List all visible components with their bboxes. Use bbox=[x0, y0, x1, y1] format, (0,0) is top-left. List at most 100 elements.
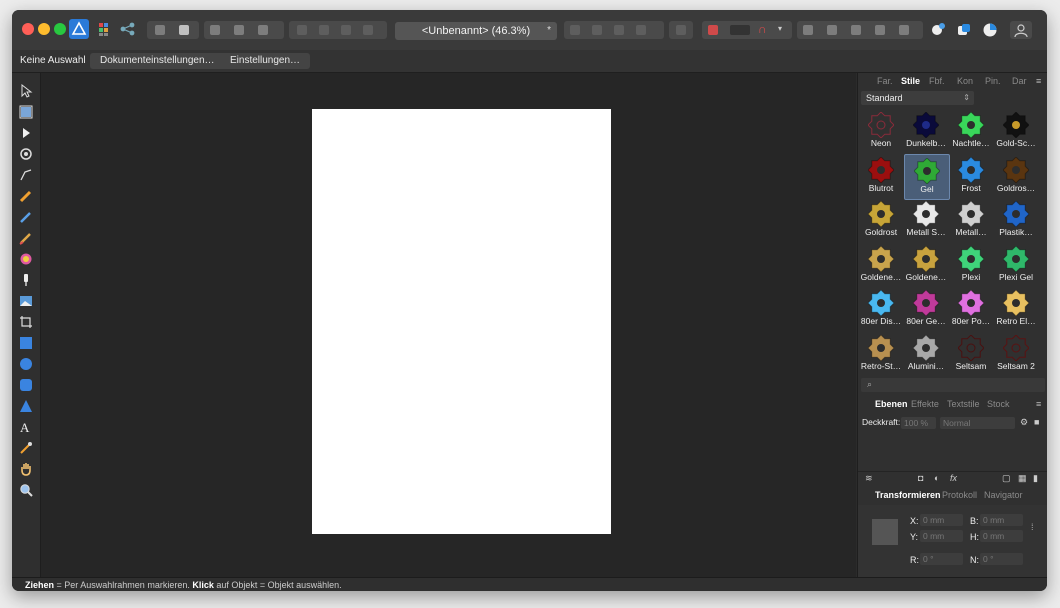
close-window-button[interactable] bbox=[22, 23, 34, 35]
tab-stroke[interactable]: Kon bbox=[957, 76, 973, 86]
tab-text-styles[interactable]: Textstile bbox=[947, 399, 980, 409]
tab-effects[interactable]: Effekte bbox=[911, 399, 939, 409]
styles-category-select[interactable]: Standard ⇕ bbox=[861, 91, 974, 105]
minimize-window-button[interactable] bbox=[38, 23, 50, 35]
style-swatch[interactable]: Goldros… bbox=[994, 154, 1038, 198]
style-swatch[interactable]: Gel bbox=[904, 153, 950, 200]
lock-icon[interactable]: ■ bbox=[1034, 417, 1039, 427]
y-field[interactable]: 0 mm bbox=[920, 530, 963, 542]
style-swatch[interactable]: Plexi Gel bbox=[994, 243, 1038, 287]
color-picker-icon[interactable] bbox=[19, 441, 33, 455]
triangle-tool-icon[interactable] bbox=[19, 399, 33, 413]
hand-tool-icon[interactable] bbox=[19, 462, 33, 476]
style-swatch[interactable]: Dunkelb… bbox=[904, 109, 948, 153]
rectangle-tool-icon[interactable] bbox=[19, 336, 33, 350]
style-swatch[interactable]: Goldene… bbox=[904, 243, 948, 287]
tab-color[interactable]: Far. bbox=[877, 76, 893, 86]
style-swatch[interactable]: Gold-Sc… bbox=[994, 109, 1038, 153]
node-tool-icon[interactable] bbox=[19, 126, 33, 140]
snapping-toolbar[interactable]: ∩ ▾ bbox=[702, 21, 792, 39]
pixel-persona-icon[interactable] bbox=[98, 22, 112, 36]
sync-icon[interactable] bbox=[956, 22, 972, 38]
shear-field[interactable]: 0 ° bbox=[980, 553, 1023, 565]
document-title[interactable]: <Unbenannt> (46.3%) * bbox=[395, 22, 557, 40]
height-field[interactable]: 0 mm bbox=[980, 530, 1023, 542]
text-tool-icon[interactable]: A bbox=[19, 420, 33, 434]
style-swatch[interactable]: Plastik… bbox=[994, 198, 1038, 242]
pen-tool-icon[interactable] bbox=[19, 168, 33, 182]
anchor-grid-icon[interactable] bbox=[872, 519, 898, 545]
style-swatch[interactable]: Alumini… bbox=[904, 332, 948, 376]
align-buttons[interactable] bbox=[564, 21, 664, 39]
width-field[interactable]: 0 mm bbox=[980, 514, 1023, 526]
style-swatch[interactable]: Nachtle… bbox=[949, 109, 993, 153]
preferences-circle-icon[interactable] bbox=[982, 22, 998, 38]
tab-history[interactable]: Protokoll bbox=[942, 490, 977, 500]
panel-menu-icon[interactable]: ≡ bbox=[1036, 399, 1041, 409]
style-swatch[interactable]: Metall S… bbox=[904, 198, 948, 242]
style-swatch[interactable]: 80er Dis… bbox=[859, 287, 903, 331]
style-swatch[interactable]: 80er Ge… bbox=[904, 287, 948, 331]
styles-search-input[interactable]: ⌕ bbox=[861, 378, 1045, 392]
adjustment-icon[interactable]: ◐ bbox=[934, 473, 939, 483]
rotation-field[interactable]: 0 ° bbox=[920, 553, 963, 565]
artboard-tool-icon[interactable] bbox=[19, 105, 33, 119]
style-swatch[interactable]: Blutrot bbox=[859, 154, 903, 198]
tab-transform[interactable]: Transformieren bbox=[875, 490, 941, 500]
vector-brush-icon[interactable] bbox=[19, 210, 33, 224]
canvas-area[interactable] bbox=[41, 73, 856, 577]
mask-icon[interactable]: ◘ bbox=[918, 473, 923, 483]
style-swatch[interactable]: Frost bbox=[949, 154, 993, 198]
boolean-buttons[interactable] bbox=[289, 21, 387, 39]
style-swatch[interactable]: 80er Po… bbox=[949, 287, 993, 331]
trash-icon[interactable]: ▮ bbox=[1033, 473, 1038, 484]
style-swatch[interactable]: Neon bbox=[859, 109, 903, 153]
tab-navigator[interactable]: Navigator bbox=[984, 490, 1023, 500]
account-button[interactable] bbox=[1010, 21, 1032, 39]
preferences-button[interactable]: Einstellungen… bbox=[220, 53, 311, 69]
rounded-rect-icon[interactable] bbox=[19, 378, 33, 392]
snapping-buttons[interactable] bbox=[147, 21, 199, 39]
place-image-icon[interactable] bbox=[19, 294, 33, 308]
style-swatch[interactable]: Metall… bbox=[949, 198, 993, 242]
assistant-icon[interactable] bbox=[930, 22, 946, 38]
style-swatch[interactable]: Plexi bbox=[949, 243, 993, 287]
tab-appearance[interactable]: Dar bbox=[1012, 76, 1027, 86]
document-settings-button[interactable]: Dokumenteinstellungen… bbox=[90, 53, 225, 69]
style-swatch[interactable]: Goldene… bbox=[859, 243, 903, 287]
distribute-button[interactable] bbox=[669, 21, 693, 39]
arrange-buttons[interactable] bbox=[204, 21, 284, 39]
fill-tool-icon[interactable] bbox=[19, 252, 33, 266]
opacity-field[interactable]: 100 % bbox=[901, 417, 936, 429]
x-field[interactable]: 0 mm bbox=[920, 514, 963, 526]
paint-brush-icon[interactable] bbox=[19, 231, 33, 245]
style-swatch[interactable]: Seltsam 2 bbox=[994, 332, 1038, 376]
tab-swatches[interactable]: Fbf. bbox=[929, 76, 945, 86]
tab-layers[interactable]: Ebenen bbox=[875, 399, 908, 409]
style-swatch[interactable]: Retro-St… bbox=[859, 332, 903, 376]
document-page[interactable] bbox=[312, 109, 611, 534]
panel-menu-icon[interactable]: ≡ bbox=[1036, 76, 1041, 86]
fx-icon[interactable]: fx bbox=[950, 473, 957, 483]
designer-persona-icon[interactable] bbox=[69, 19, 89, 39]
style-swatch[interactable]: Retro El… bbox=[994, 287, 1038, 331]
tab-brushes[interactable]: Pin. bbox=[985, 76, 1001, 86]
group-icon[interactable]: ▦ bbox=[1018, 473, 1027, 484]
move-tool-icon[interactable] bbox=[19, 84, 33, 98]
export-persona-icon[interactable] bbox=[120, 22, 136, 36]
pencil-tool-icon[interactable] bbox=[19, 189, 33, 203]
style-swatch[interactable]: Seltsam bbox=[949, 332, 993, 376]
ellipse-tool-icon[interactable] bbox=[19, 357, 33, 371]
style-swatch[interactable]: Goldrost bbox=[859, 198, 903, 242]
transparency-tool-icon[interactable] bbox=[19, 273, 33, 287]
gear-icon[interactable]: ⚙ bbox=[1020, 417, 1028, 428]
transform-buttons[interactable] bbox=[797, 21, 923, 39]
link-icon[interactable]: ⁞ bbox=[1031, 522, 1034, 532]
stack-icon[interactable]: ≋ bbox=[865, 473, 873, 484]
tab-styles[interactable]: Stile bbox=[901, 76, 920, 86]
blend-mode-select[interactable]: Normal bbox=[940, 417, 1015, 429]
crop-tool-icon[interactable] bbox=[19, 315, 33, 329]
zoom-tool-icon[interactable] bbox=[19, 483, 33, 497]
add-layer-icon[interactable]: ▢ bbox=[1002, 473, 1011, 484]
tab-stock[interactable]: Stock bbox=[987, 399, 1010, 409]
